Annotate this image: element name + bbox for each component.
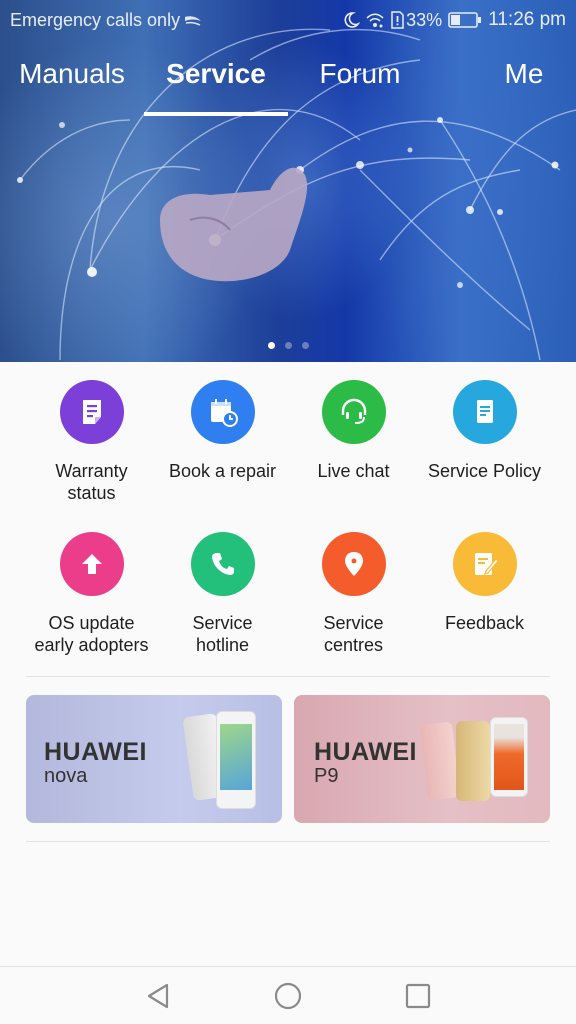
label-line: early adopters (34, 635, 149, 655)
wifi-icon (366, 13, 384, 28)
tab-manuals[interactable]: Manuals (0, 50, 144, 116)
live-chat-icon-circle (321, 380, 386, 444)
service-hotline-label: Service hotline (192, 612, 252, 656)
phone-screen-image (490, 717, 528, 797)
tab-label: Forum (319, 58, 401, 89)
tab-service[interactable]: Service (144, 50, 288, 116)
signal-swoosh-icon (185, 16, 202, 26)
divider (26, 841, 550, 842)
hero-banner[interactable]: Emergency calls only 33% 11:26 pm Manual… (0, 0, 576, 362)
active-tab-indicator (144, 112, 288, 116)
phone-icon (211, 553, 234, 575)
os-update-icon-circle (59, 532, 124, 596)
policy-document-icon (476, 400, 493, 423)
calendar-clock-icon (210, 399, 238, 427)
feedback-icon-circle (452, 532, 517, 596)
book-a-repair-label: Book a repair (168, 461, 277, 481)
tab-label: Service (166, 58, 266, 89)
label-line: Service (192, 613, 253, 633)
tab-label: Manuals (19, 58, 125, 89)
clock: 11:26 pm (488, 9, 566, 30)
banner-brand: HUAWEI (314, 738, 417, 766)
recents-button[interactable] (400, 978, 436, 1014)
feedback-button[interactable]: Feedback (419, 532, 550, 656)
book-repair-icon-circle (190, 380, 255, 444)
service-grid-row-1: Warranty status Book a repair Live chat … (26, 380, 550, 504)
pointing-hand-image (160, 167, 308, 282)
service-hotline-icon-circle (190, 532, 255, 596)
service-centres-icon-circle (321, 532, 386, 596)
label-line: Warranty (55, 461, 128, 481)
banner-model: P9 (314, 765, 339, 787)
document-icon (82, 400, 101, 424)
battery-percent: 33% (406, 9, 443, 30)
live-chat-button[interactable]: Live chat (288, 380, 419, 504)
tab-me[interactable]: Me (432, 50, 576, 116)
top-tabs: Manuals Service Forum Me (0, 50, 576, 116)
home-circle-icon (274, 982, 302, 1009)
banner-model: nova (44, 765, 88, 787)
divider (26, 676, 550, 677)
edit-note-icon (474, 553, 499, 575)
phone-rose-image (420, 721, 460, 801)
carousel-dot-1[interactable] (267, 342, 275, 349)
service-centres-button[interactable]: Service centres (288, 532, 419, 656)
back-button[interactable] (140, 978, 176, 1014)
service-policy-label: Service Policy (427, 461, 542, 481)
label-line: centres (323, 635, 384, 655)
huawei-p9-banner[interactable]: HUAWEI P9 (294, 695, 550, 823)
os-update-early-adopters-button[interactable]: OS update early adopters (26, 532, 157, 656)
service-hotline-button[interactable]: Service hotline (157, 532, 288, 656)
huawei-nova-banner[interactable]: HUAWEI nova (26, 695, 282, 823)
battery-icon (448, 12, 482, 28)
system-nav-bar (0, 966, 576, 1024)
label-line: Service (323, 613, 384, 633)
carousel-indicator (0, 342, 576, 349)
headset-icon (341, 398, 366, 424)
moon-icon (344, 12, 361, 28)
status-bar: Emergency calls only 33% 11:26 pm (0, 0, 576, 40)
service-grid-row-2: OS update early adopters Service hotline (26, 532, 550, 656)
label-line: OS update (48, 613, 135, 633)
label-line: status (67, 483, 116, 503)
tab-forum[interactable]: Forum (288, 50, 432, 116)
location-pin-icon (344, 552, 363, 576)
sim-alert-icon (391, 11, 404, 29)
screen: Emergency calls only 33% 11:26 pm Manual… (0, 0, 576, 1024)
tab-label: Me (504, 58, 544, 89)
carousel-dot-2[interactable] (284, 342, 292, 349)
phone-gold-image (456, 721, 490, 801)
back-triangle-icon (147, 983, 169, 1008)
phone-front-image (216, 711, 256, 809)
book-a-repair-button[interactable]: Book a repair (157, 380, 288, 504)
home-button[interactable] (270, 978, 306, 1014)
feedback-label: Feedback (444, 613, 525, 633)
carousel-dot-3[interactable] (301, 342, 309, 349)
carrier-text: Emergency calls only (10, 9, 181, 30)
os-update-label: OS update early adopters (34, 612, 148, 656)
warranty-status-button[interactable]: Warranty status (26, 380, 157, 504)
warranty-icon-circle (59, 380, 124, 444)
service-centres-label: Service centres (323, 612, 383, 656)
service-policy-icon-circle (452, 380, 517, 444)
upload-arrow-icon (81, 554, 102, 574)
warranty-status-label: Warranty status (55, 460, 127, 504)
label-line: hotline (195, 635, 250, 655)
service-policy-button[interactable]: Service Policy (419, 380, 550, 504)
recents-square-icon (405, 983, 431, 1008)
live-chat-label: Live chat (317, 461, 390, 481)
banner-brand: HUAWEI (44, 738, 147, 766)
